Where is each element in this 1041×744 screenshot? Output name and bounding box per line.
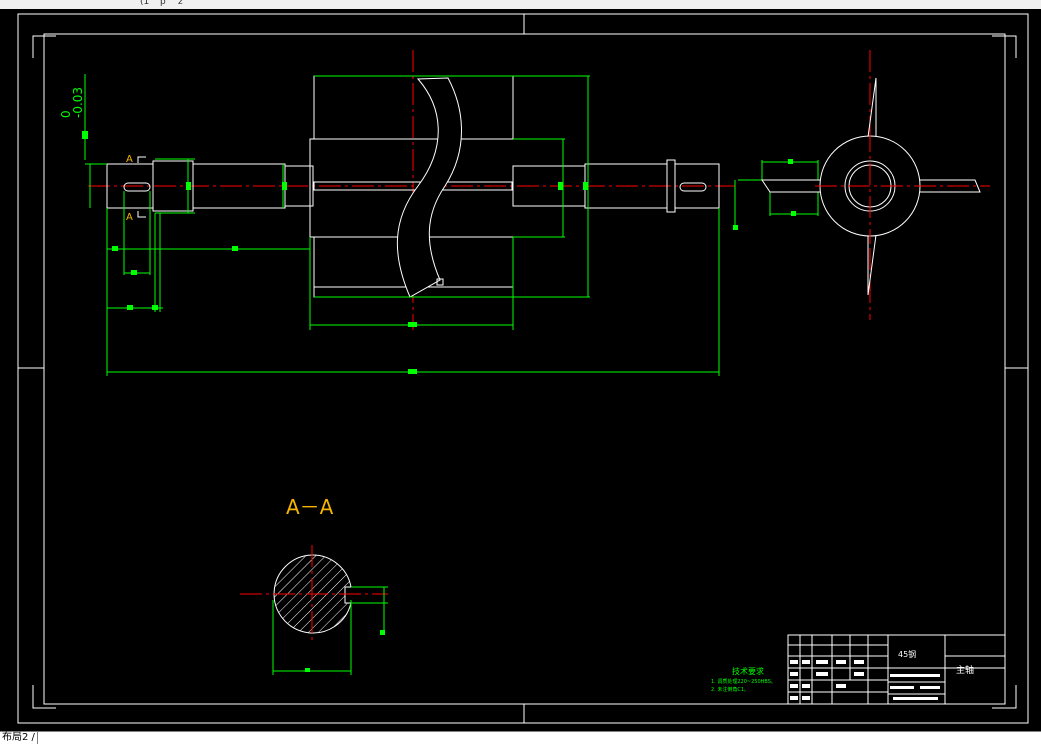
helical-blade: [396, 77, 462, 298]
keyway-right: [679, 182, 707, 192]
corner-br: [992, 685, 1017, 709]
inner-border: [43, 33, 1006, 705]
keyway-left: [123, 182, 151, 192]
notes-title: 技术要求: [732, 666, 764, 676]
title-block-part-name: 主轴: [956, 664, 974, 676]
section-mark-top: A: [126, 154, 133, 165]
notes-line-2: 2. 未注倒角C1。: [711, 686, 749, 693]
top-fragment-3: ž: [178, 0, 183, 7]
corner-tr: [992, 35, 1017, 58]
cad-drawing: 0 -0.03 A A A－A 技术要求 1. 调质处理220~250HBS。 …: [17, 13, 1029, 724]
top-fragment-2: p: [160, 0, 166, 7]
notes-line-1: 1. 调质处理220~250HBS。: [711, 678, 776, 685]
section-aa: [240, 545, 388, 675]
end-view: [761, 50, 990, 320]
title-block-material: 45钢: [898, 649, 916, 659]
drawing-canvas[interactable]: 0 -0.03 A A A－A 技术要求 1. 调质处理220~250HBS。 …: [0, 9, 1041, 731]
tolerance-lower: -0.03: [71, 87, 85, 118]
section-mark-bottom: A: [126, 212, 133, 223]
status-bar: 布局2 /: [0, 731, 1041, 744]
dimension-markers: [82, 131, 796, 672]
section-title: A－A: [286, 495, 334, 519]
tab-layout2[interactable]: 布局2 /: [0, 732, 38, 744]
top-fragment-1: (1: [140, 0, 150, 7]
